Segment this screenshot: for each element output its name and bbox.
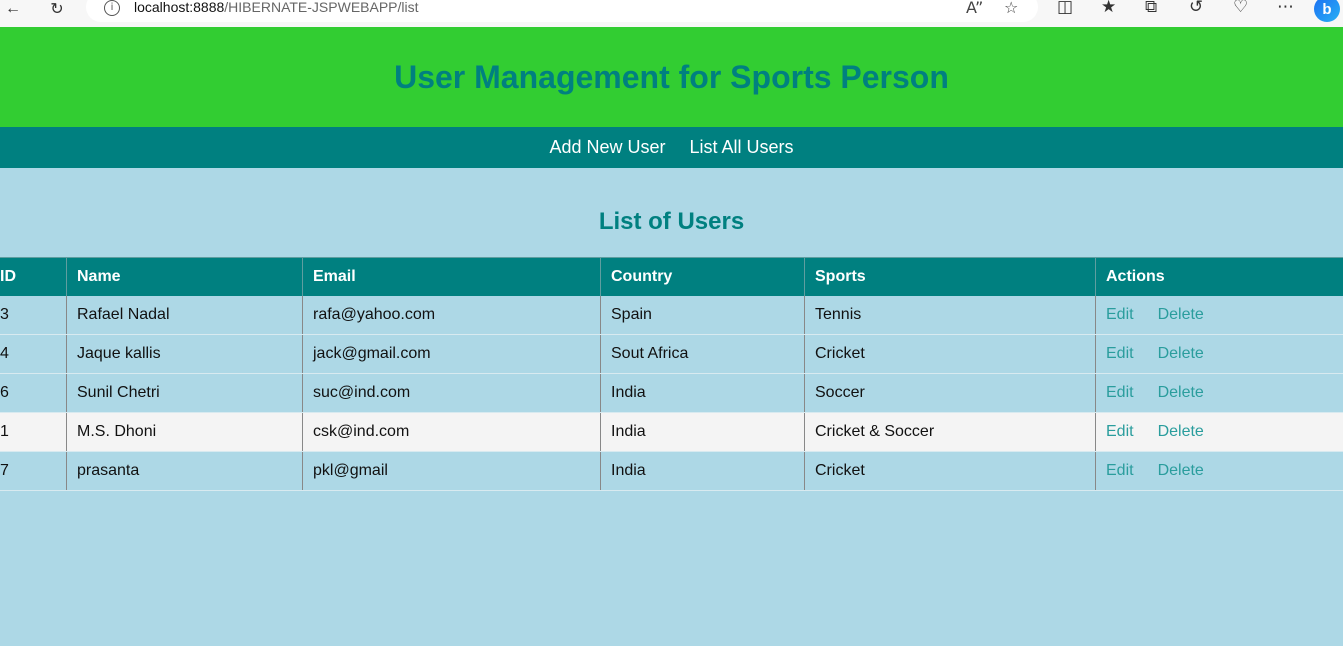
table-row: 7 prasanta pkl@gmail India Cricket Edit D… — [0, 451, 1343, 491]
cell-id: 7 — [0, 451, 67, 491]
table-row: 4 Jaque kallis jack@gmail.com Sout Afric… — [0, 334, 1343, 374]
url-path: /HIBERNATE-JSPWEBAPP/list — [224, 0, 419, 15]
browser-toolbar: ← ↻ i localhost:8888/HIBERNATE-JSPWEBAPP… — [0, 0, 1343, 27]
cell-email: pkl@gmail — [302, 451, 601, 491]
delete-link[interactable]: Delete — [1158, 423, 1204, 440]
table-row: 1 M.S. Dhoni csk@ind.com India Cricket &… — [0, 412, 1343, 452]
cell-sports: Tennis — [804, 296, 1096, 335]
cell-name: Jaque kallis — [66, 334, 303, 374]
delete-link[interactable]: Delete — [1158, 384, 1204, 401]
cell-sports: Cricket — [804, 334, 1096, 374]
history-icon[interactable]: ↺ — [1189, 0, 1203, 17]
users-table: ID Name Email Country Sports Actions 3 R… — [0, 257, 1343, 491]
cell-actions: Edit Delete — [1095, 412, 1343, 452]
table-row: 3 Rafael Nadal rafa@yahoo.com Spain Tenn… — [0, 296, 1343, 335]
page-title: User Management for Sports Person — [394, 58, 949, 95]
cell-email: rafa@yahoo.com — [302, 296, 601, 335]
column-header-actions: Actions — [1095, 257, 1343, 296]
edit-link[interactable]: Edit — [1106, 423, 1134, 440]
collections-icon[interactable]: ⧉ — [1145, 0, 1157, 17]
cell-actions: Edit Delete — [1095, 373, 1343, 413]
url-host: localhost:8888 — [134, 0, 225, 15]
cell-id: 1 — [0, 412, 67, 452]
cell-name: Sunil Chetri — [66, 373, 303, 413]
column-header-country: Country — [600, 257, 805, 296]
list-all-users-link[interactable]: List All Users — [690, 137, 794, 158]
delete-link[interactable]: Delete — [1158, 345, 1204, 362]
cell-name: M.S. Dhoni — [66, 412, 303, 452]
cell-id: 6 — [0, 373, 67, 413]
cell-country: Sout Africa — [600, 334, 805, 374]
cell-country: India — [600, 451, 805, 491]
cell-sports: Cricket — [804, 451, 1096, 491]
cell-name: prasanta — [66, 451, 303, 491]
read-aloud-icon[interactable]: A” — [966, 0, 983, 17]
address-bar[interactable]: i localhost:8888/HIBERNATE-JSPWEBAPP/lis… — [86, 0, 1038, 22]
column-header-sports: Sports — [804, 257, 1096, 296]
cell-country: India — [600, 373, 805, 413]
cell-email: jack@gmail.com — [302, 334, 601, 374]
more-options-icon[interactable]: ⋯ — [1277, 0, 1294, 17]
cell-name: Rafael Nadal — [66, 296, 303, 335]
cell-country: Spain — [600, 296, 805, 335]
cell-email: csk@ind.com — [302, 412, 601, 452]
cell-id: 4 — [0, 334, 67, 374]
add-new-user-link[interactable]: Add New User — [549, 137, 665, 158]
app-header: User Management for Sports Person — [0, 27, 1343, 127]
browser-essentials-icon[interactable]: ♡ — [1233, 0, 1248, 17]
edit-link[interactable]: Edit — [1106, 345, 1134, 362]
cell-sports: Cricket & Soccer — [804, 412, 1096, 452]
split-screen-icon[interactable]: ◫ — [1057, 0, 1073, 17]
main-content: List of Users ID Name Email Country Spor… — [0, 168, 1343, 491]
refresh-icon[interactable]: ↻ — [46, 0, 68, 20]
edit-link[interactable]: Edit — [1106, 384, 1134, 401]
column-header-id: ID — [0, 257, 67, 296]
favorites-icon[interactable]: ★ — [1101, 0, 1116, 17]
table-header-row: ID Name Email Country Sports Actions — [0, 257, 1343, 296]
edit-link[interactable]: Edit — [1106, 306, 1134, 323]
bing-copilot-icon[interactable]: b — [1314, 0, 1340, 22]
delete-link[interactable]: Delete — [1158, 306, 1204, 323]
back-arrow-icon[interactable]: ← — [2, 0, 24, 20]
column-header-email: Email — [302, 257, 601, 296]
cell-actions: Edit Delete — [1095, 334, 1343, 374]
cell-id: 3 — [0, 296, 67, 335]
favorite-star-icon[interactable]: ☆ — [1004, 0, 1018, 17]
url-text[interactable]: localhost:8888/HIBERNATE-JSPWEBAPP/list — [134, 0, 419, 15]
edit-link[interactable]: Edit — [1106, 462, 1134, 479]
delete-link[interactable]: Delete — [1158, 462, 1204, 479]
cell-actions: Edit Delete — [1095, 451, 1343, 491]
column-header-name: Name — [66, 257, 303, 296]
info-icon[interactable]: i — [104, 0, 120, 16]
cell-actions: Edit Delete — [1095, 296, 1343, 335]
users-list-title: List of Users — [598, 208, 745, 235]
cell-country: India — [600, 412, 805, 452]
table-row: 6 Sunil Chetri suc@ind.com India Soccer … — [0, 373, 1343, 413]
cell-email: suc@ind.com — [302, 373, 601, 413]
main-nav: Add New User List All Users — [0, 127, 1343, 168]
cell-sports: Soccer — [804, 373, 1096, 413]
